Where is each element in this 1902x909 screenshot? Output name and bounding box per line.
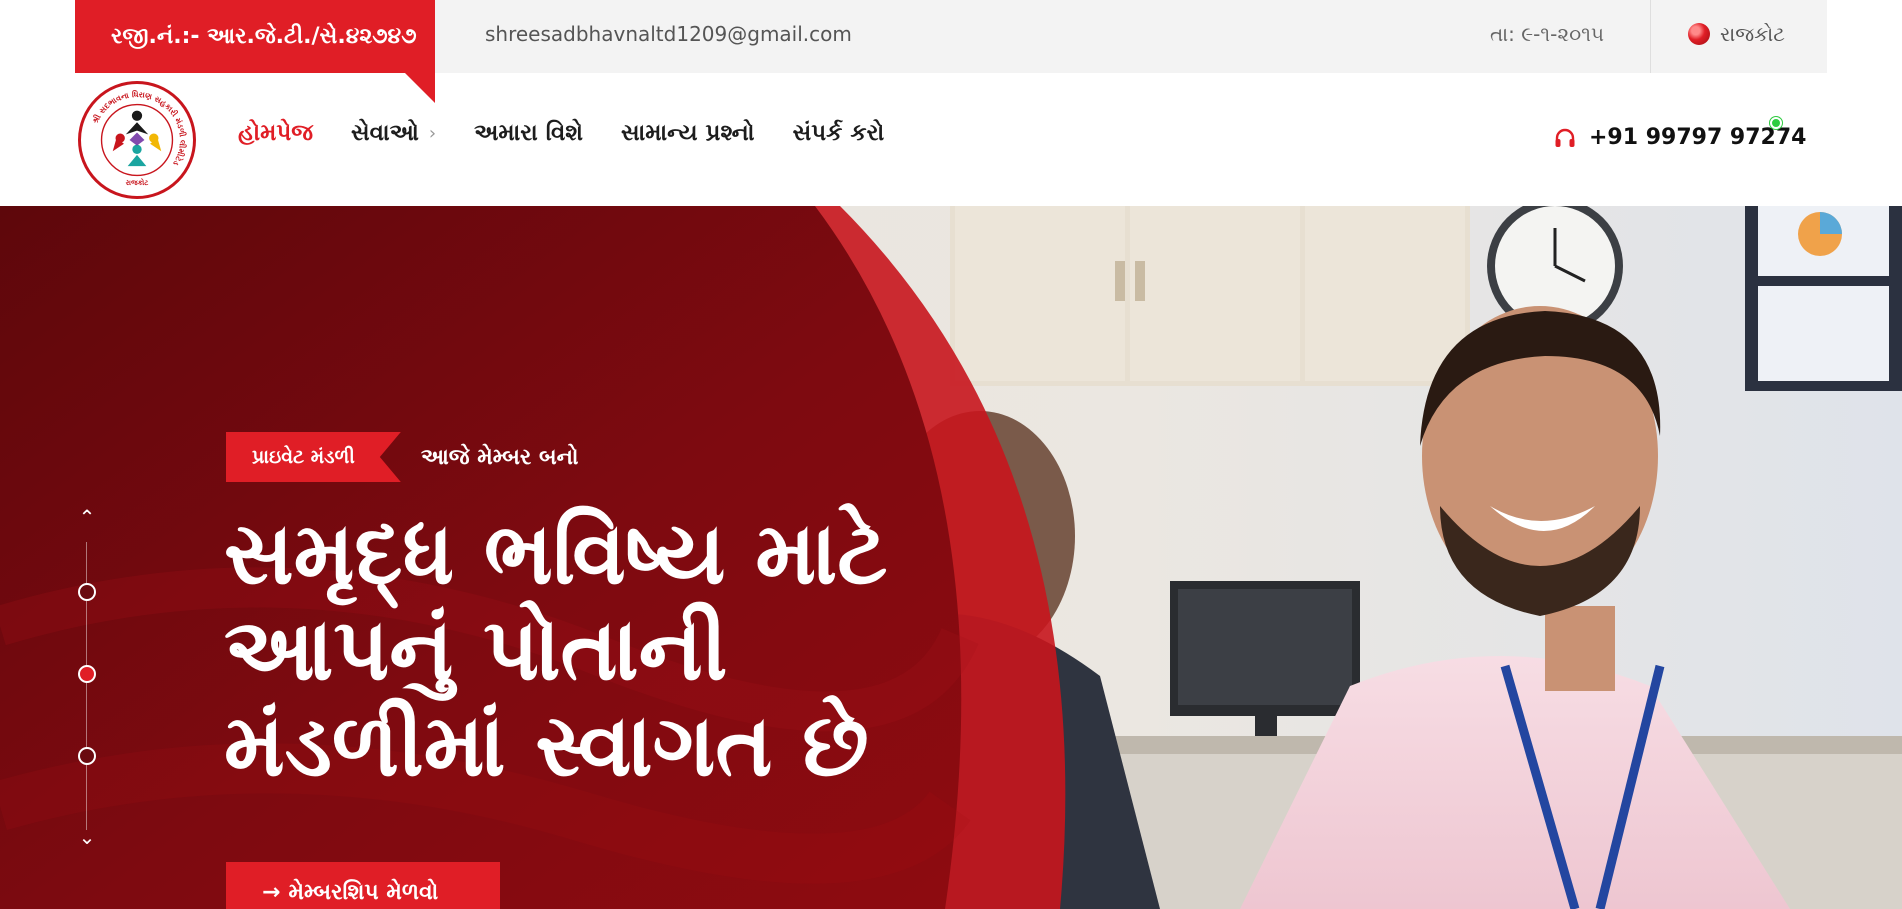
slider-dot-1[interactable] [78,583,96,601]
get-membership-button[interactable]: → મેમ્બરશિપ મેળવો [226,862,500,909]
hero-tag: પ્રાઇવેટ મંડળી [226,432,401,482]
registration-badge-fold [405,73,435,103]
nav-item-faq[interactable]: સામાન્ય પ્રશ્નો [621,120,755,146]
top-divider [1650,0,1651,73]
phone-contact[interactable]: +91 99797 97274 [1553,125,1806,150]
logo[interactable]: શ્રી સદભાવના ધિરાણ સહકારી મંડળી લીમીટેડ … [78,81,196,199]
nav-services-label: સેવાઓ [351,120,419,146]
chevron-up-icon[interactable]: ⌃ [76,506,98,528]
slider-dot-2[interactable] [78,665,96,683]
hero-headline-line-1: સમૃદ્ધ ભવિષ્ય માટે [224,504,888,604]
slider-nav: ⌃ ⌄ [70,506,104,856]
hero-headline-line-2: આપનું પોતાની [224,600,728,700]
headphones-icon [1555,128,1575,147]
main-nav: હોમપેજ સેવાઓ › અમારા વિશે સામાન્ય પ્રશ્ન… [238,120,922,146]
location: રાજકોટ [1688,22,1785,46]
chevron-right-icon: › [428,122,437,144]
email-link[interactable]: shreesadbhavnaltd1209@gmail.com [485,22,852,46]
svg-text:રાજકોટ: રાજકોટ [126,178,150,187]
slider-dot-3[interactable] [78,747,96,765]
arrow-right-icon: → [262,879,281,905]
registration-badge: રજી.નં.:- આર.જે.ટી./સે.૪૨૭૪૭ [75,0,435,73]
registration-number: રજી.નં.:- આર.જે.ટી./સે.૪૨૭૪૭ [111,24,417,49]
hero-slider: ⌃ ⌄ પ્રાઇવેટ મંડળી આજે મેમ્બર બનો સમૃદ્ધ… [0,206,1902,909]
hero-tag-row: પ્રાઇવેટ મંડળી આજે મેમ્બર બનો [226,432,579,482]
date-text: તા: ૯-૧-૨૦૧૫ [1490,22,1605,46]
nav-contact-label: સંપર્ક કરો [792,120,885,146]
nav-item-home[interactable]: હોમપેજ [238,120,313,146]
nav-item-contact[interactable]: સંપર્ક કરો [793,120,885,146]
nav-home-label: હોમપેજ [238,120,314,146]
online-status-dot [1770,117,1782,129]
nav-about-label: અમારા વિશે [474,120,584,146]
city-name: રાજકોટ [1720,22,1785,46]
logo-emblem: શ્રી સદભાવના ધિરાણ સહકારી મંડળી લીમીટેડ … [84,87,190,193]
nav-item-about[interactable]: અમારા વિશે [474,120,583,146]
nav-item-services[interactable]: સેવાઓ › [351,120,436,146]
chevron-down-icon[interactable]: ⌄ [76,826,98,848]
globe-icon [1688,23,1710,45]
get-membership-label: મેમ્બરશિપ મેળવો [288,879,439,905]
hero-headline-line-3: મંડળીમાં સ્વાગત છે [224,696,869,796]
nav-faq-label: સામાન્ય પ્રશ્નો [621,120,755,146]
hero-headline: સમૃદ્ધ ભવિષ્ય માટે આપનું પોતાની મંડળીમાં… [224,506,1004,794]
hero-tagline: આજે મેમ્બર બનો [420,444,579,470]
